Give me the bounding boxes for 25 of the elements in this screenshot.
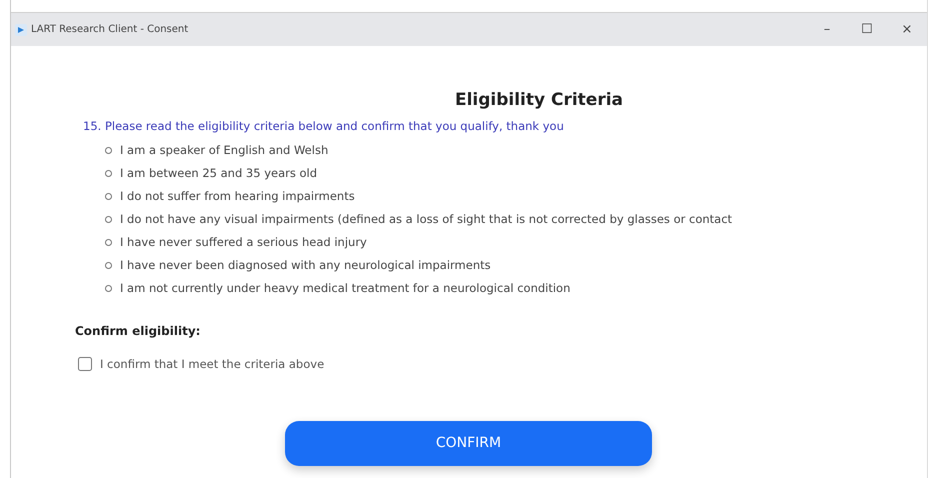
bullet-icon (105, 284, 112, 292)
checkbox-label[interactable]: I confirm that I meet the criteria above (100, 356, 324, 373)
criterion-text: I am a speaker of English and Welsh (120, 142, 328, 159)
bullet-icon (105, 170, 112, 177)
criterion-text: I have never suffered a serious head injury (120, 234, 367, 251)
criterion-text: I am not currently under heavy medical treatment for a neurological condition (120, 280, 570, 297)
close-button[interactable]: × (887, 20, 927, 40)
minimize-button[interactable]: – (807, 20, 847, 40)
section-label: Confirm eligibility: (75, 322, 202, 340)
bullet-icon (105, 216, 112, 223)
app-icon (15, 24, 27, 36)
criterion-text: I have never been diagnosed with any neurological impairments (120, 256, 491, 274)
criterion-text: I do not have any visual impairments (defined as a loss of sight that is not corrected by glasses or contact (120, 210, 732, 228)
maximize-button[interactable]: ☐ (847, 20, 887, 40)
bullet-icon (105, 238, 112, 246)
page-heading: Eligibility Criteria (454, 89, 624, 112)
confirm-button[interactable]: CONFIRM (285, 421, 652, 466)
bullet-icon (105, 146, 112, 154)
question-text: 15. Please read the eligibility criteria below and confirm that you qualify, thank you (83, 118, 565, 134)
window-title: LART Research Client - Consent (31, 23, 188, 37)
bullet-icon (105, 192, 112, 200)
criterion-text: I am between 25 and 35 years old (120, 164, 318, 182)
bullet-icon (105, 262, 112, 269)
criterion-text: I do not suffer from hearing impairments (120, 188, 355, 205)
checkbox[interactable] (78, 357, 92, 372)
